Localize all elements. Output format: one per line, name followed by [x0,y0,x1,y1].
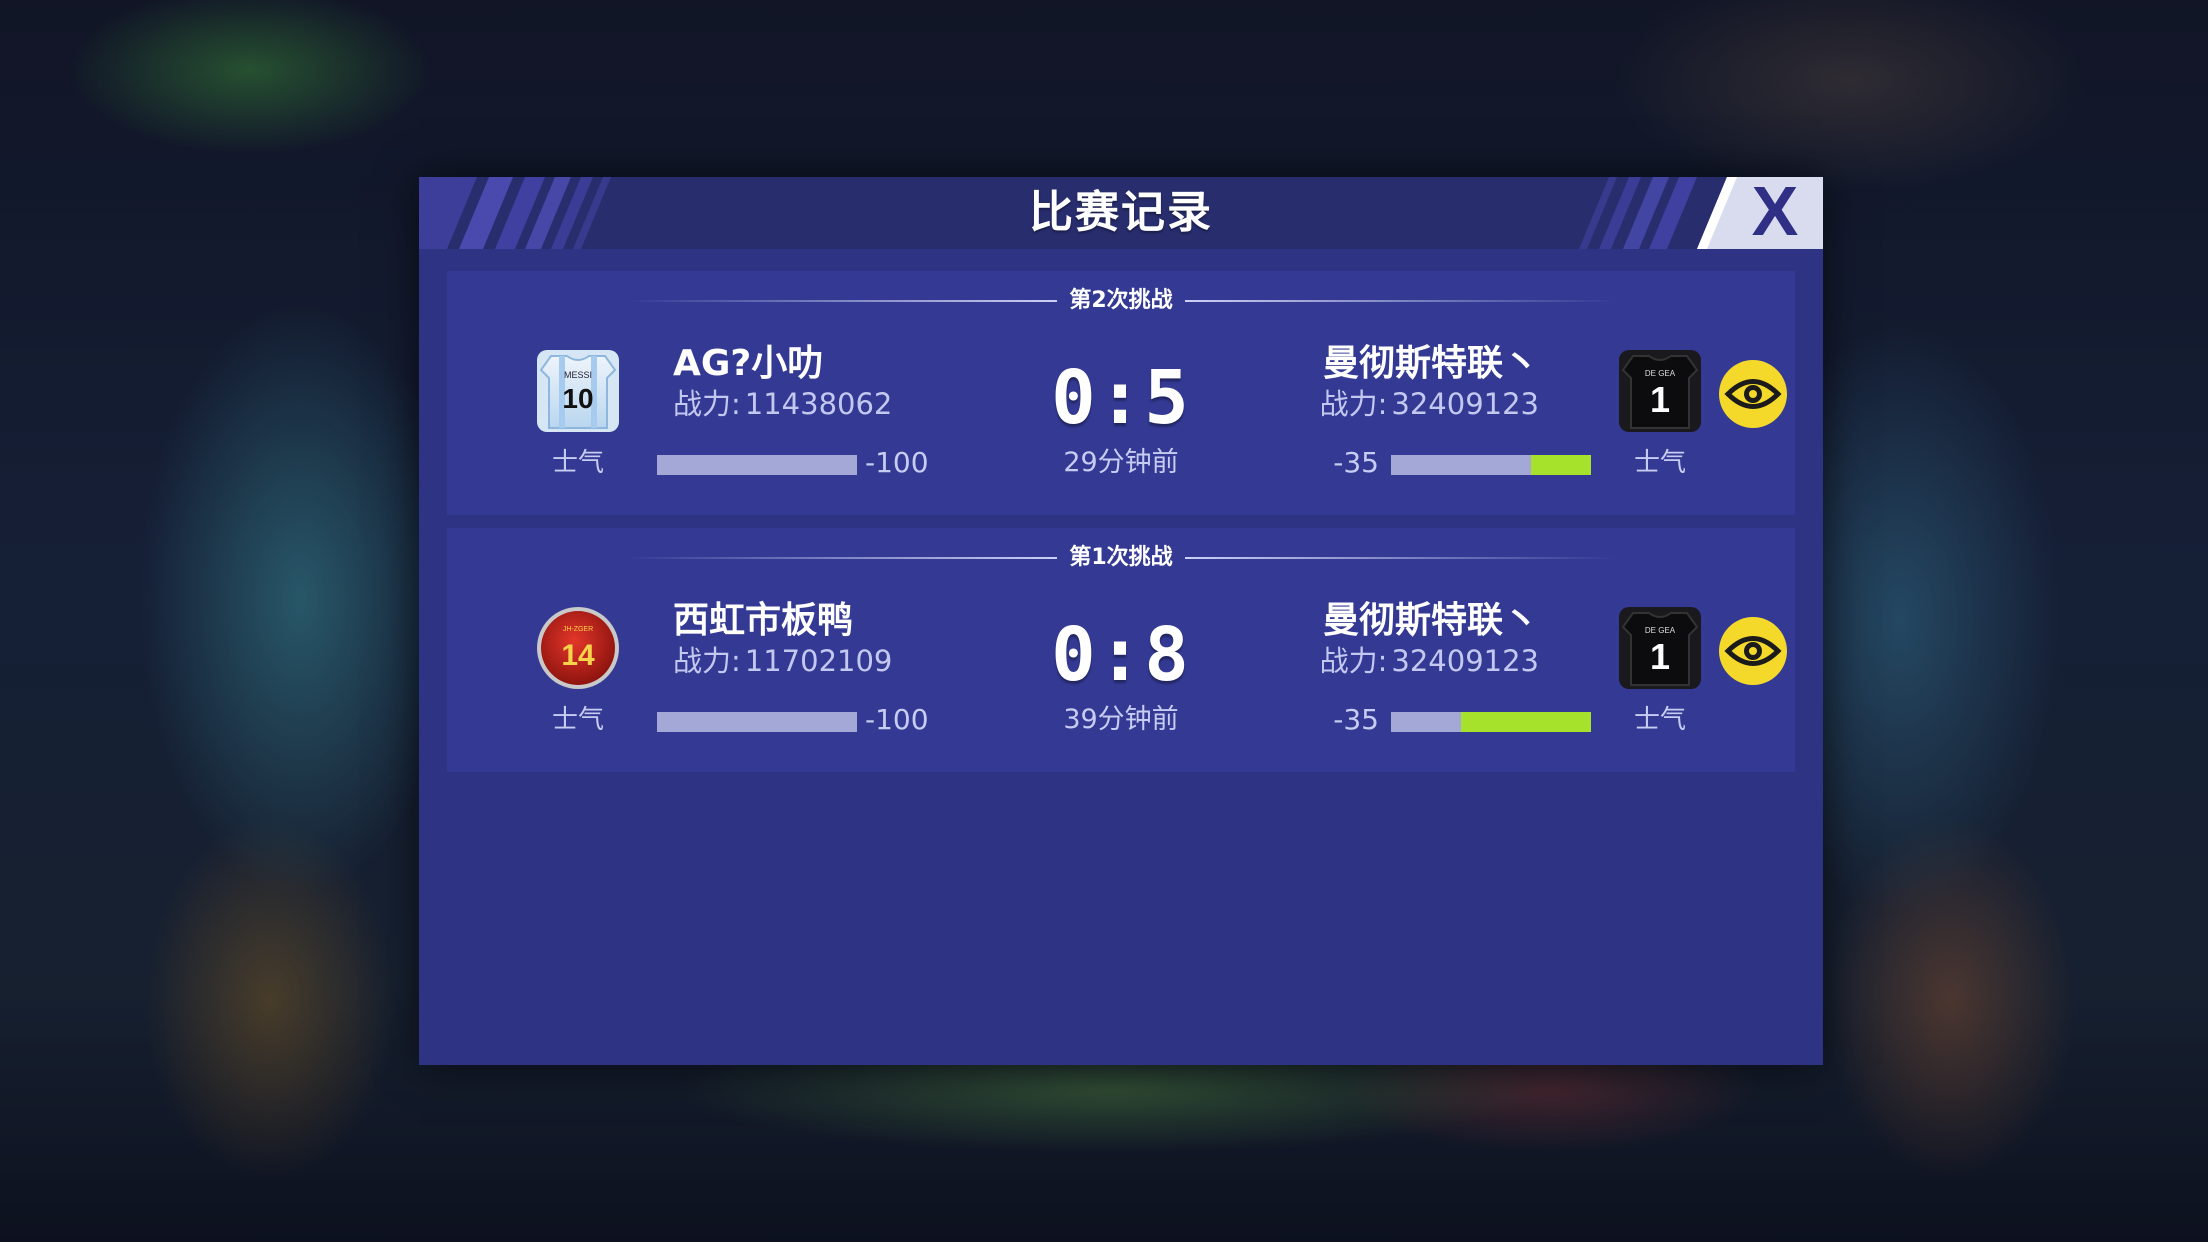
opponent-power: 战力: 32409123 [1319,644,1539,678]
jersey-number: 1 [1650,379,1670,420]
record-card: 第1次挑战 JH-ZGER 14 西虹市板鸭 战力: 11702109 士气 -1… [447,528,1795,772]
dialog-title: 比赛记录 [1029,187,1213,238]
records-list: 第2次挑战 MESSI 10 AG?小叻 战力: 11438062 士气 -10… [447,271,1795,785]
opponent-power: 战力: 32409123 [1319,387,1539,421]
match-records-dialog: 比赛记录 X 第2次挑战 MESSI 10 AG?小叻 战力: 11438062… [419,177,1823,1065]
match-time: 39分钟前 [1063,704,1179,735]
opponent-avatar-jersey: DE GEA 1 [1619,350,1701,432]
match-time: 29分钟前 [1063,447,1179,478]
match-score: 0:5 [1051,355,1191,441]
view-replay-button[interactable] [1718,616,1788,686]
record-card: 第2次挑战 MESSI 10 AG?小叻 战力: 11438062 士气 -10… [447,271,1795,515]
opponent-morale-label: 士气 [1633,705,1686,735]
opponent-avatar-jersey: DE GEA 1 [1619,607,1701,689]
opponent-morale-bar [1391,712,1591,732]
opponent-morale-label: 士气 [1633,448,1686,478]
opponent-name: 曼彻斯特联丶 [1322,343,1539,384]
opponent-name: 曼彻斯特联丶 [1322,600,1539,641]
close-label: X [1752,177,1799,249]
opponent-morale-value: -35 [1333,703,1379,736]
dialog-header: 比赛记录 X [419,177,1823,249]
jersey-name: DE GEA [1645,369,1676,378]
opponent-morale-bar [1391,455,1591,475]
challenge-label: 第1次挑战 [1069,545,1173,570]
eye-icon [1719,360,1787,428]
opponent-morale-value: -35 [1333,446,1379,479]
view-replay-button[interactable] [1718,359,1788,429]
eye-icon [1719,617,1787,685]
jersey-name: DE GEA [1645,626,1676,635]
record-header: 第2次挑战 [447,288,1795,314]
close-button[interactable]: X [1697,177,1823,249]
match-score: 0:8 [1051,612,1191,698]
record-header: 第1次挑战 [447,545,1795,571]
close-icon: X [1697,177,1823,249]
challenge-label: 第2次挑战 [1069,288,1173,313]
jersey-number: 1 [1650,636,1670,677]
